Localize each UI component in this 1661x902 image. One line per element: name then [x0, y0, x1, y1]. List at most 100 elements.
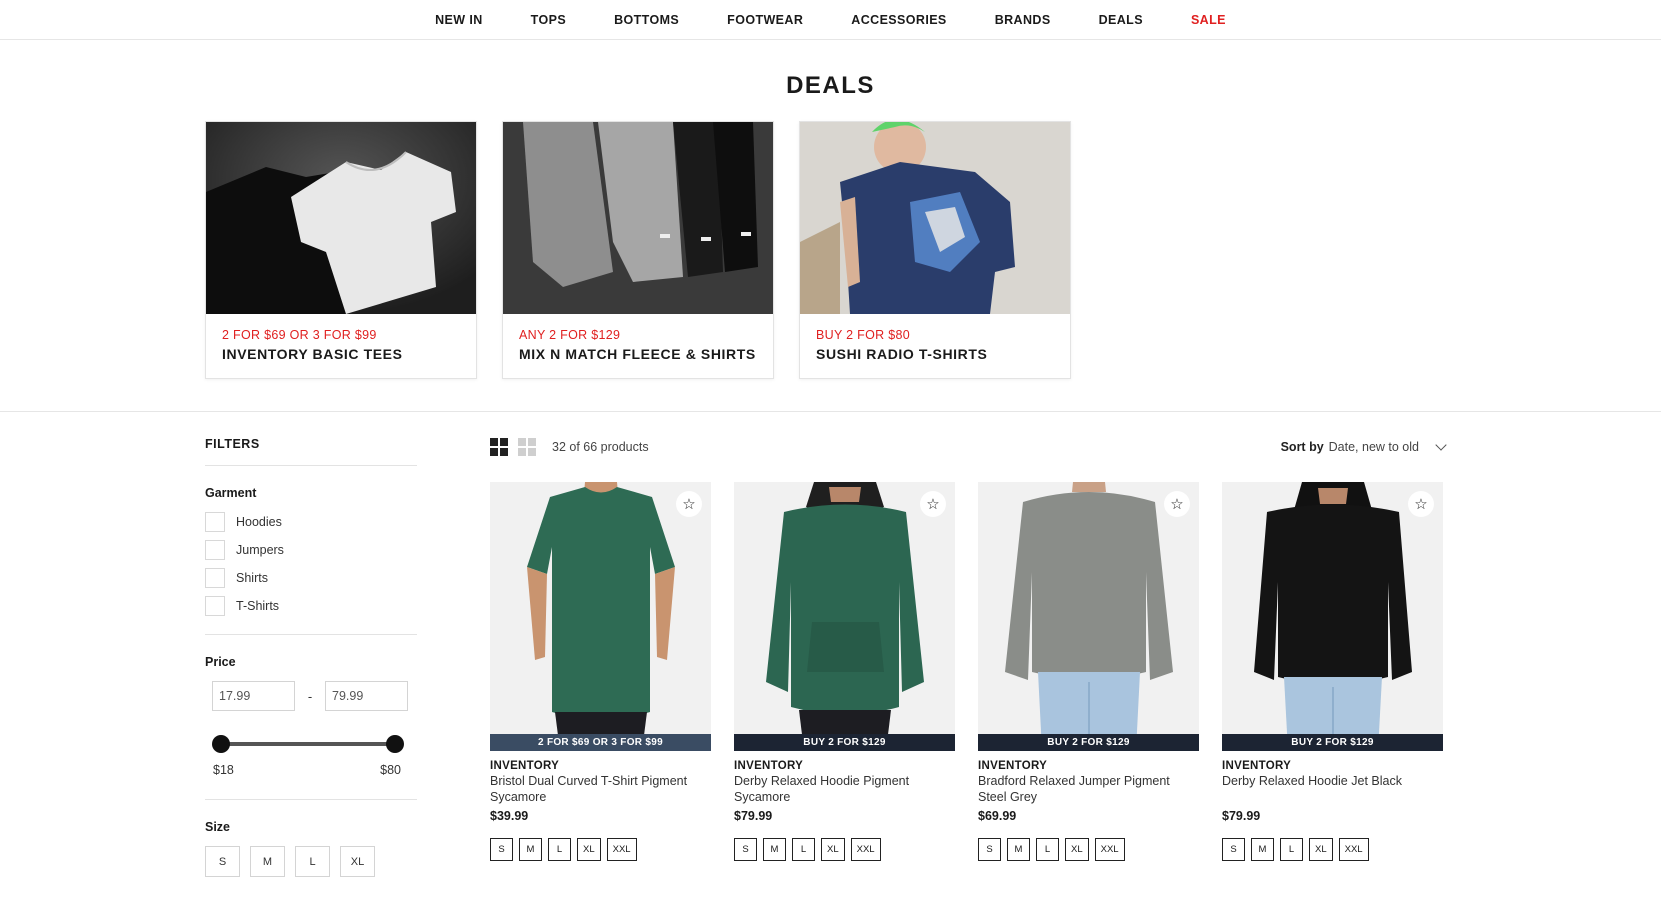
main-nav: NEW IN TOPS BOTTOMS FOOTWEAR ACCESSORIES… — [0, 0, 1661, 40]
promo-card-basic-tees[interactable]: 2 FOR $69 OR 3 FOR $99 INVENTORY BASIC T… — [205, 121, 477, 379]
filter-option-t-shirts[interactable]: T-Shirts — [205, 592, 417, 620]
product-brand: INVENTORY — [734, 760, 804, 772]
size-l[interactable]: L — [1036, 838, 1059, 861]
slider-max-handle[interactable] — [386, 735, 404, 753]
size-xxl[interactable]: XXL — [850, 838, 881, 861]
product-sizes: S M L XL XXL — [734, 838, 955, 861]
product-price: $69.99 — [978, 809, 1017, 823]
filters-title: FILTERS — [205, 437, 417, 466]
sort-dropdown[interactable]: Sort by Date, new to old — [1280, 439, 1447, 454]
grid-2-view-icon[interactable] — [518, 438, 536, 456]
product-deal-ribbon: BUY 2 FOR $129 — [734, 734, 955, 751]
checkbox[interactable] — [205, 568, 225, 588]
page-title: DEALS — [786, 72, 875, 99]
size-xxl[interactable]: XXL — [1094, 838, 1125, 861]
promo-image-sushi-radio — [800, 122, 1070, 314]
product-card[interactable]: ☆ BUY 2 FOR $129 INVENTORY Derby Relaxed… — [1222, 482, 1443, 861]
price-min-input[interactable] — [212, 681, 295, 711]
filter-size-label: Size — [205, 820, 231, 834]
filter-option-hoodies[interactable]: Hoodies — [205, 508, 417, 536]
product-brand: INVENTORY — [978, 760, 1048, 772]
promo-image-fleece — [503, 122, 773, 314]
product-name[interactable]: Derby Relaxed Hoodie Jet Black — [1222, 773, 1443, 805]
wishlist-star-icon[interactable]: ☆ — [676, 491, 702, 517]
wishlist-star-icon[interactable]: ☆ — [1164, 491, 1190, 517]
promo-image-tees — [206, 122, 476, 314]
checkbox[interactable] — [205, 596, 225, 616]
nav-new-in[interactable]: NEW IN — [411, 13, 507, 27]
wishlist-star-icon[interactable]: ☆ — [1408, 491, 1434, 517]
size-xl[interactable]: XL — [1309, 838, 1333, 861]
price-max-input[interactable] — [325, 681, 408, 711]
nav-sale[interactable]: SALE — [1167, 13, 1250, 27]
promo-deal-text: BUY 2 FOR $80 — [816, 328, 910, 342]
product-name[interactable]: Bristol Dual Curved T-Shirt Pigment Syca… — [490, 773, 711, 805]
size-xl[interactable]: XL — [1065, 838, 1089, 861]
product-image[interactable]: ☆ 2 FOR $69 OR 3 FOR $99 — [490, 482, 711, 751]
product-deal-ribbon: 2 FOR $69 OR 3 FOR $99 — [490, 734, 711, 751]
slider-min-handle[interactable] — [212, 735, 230, 753]
size-option-l[interactable]: L — [295, 846, 330, 877]
size-xl[interactable]: XL — [821, 838, 845, 861]
price-dash: - — [307, 688, 313, 704]
promo-card-sushi-radio[interactable]: BUY 2 FOR $80 SUSHI RADIO T-SHIRTS — [799, 121, 1071, 379]
product-name[interactable]: Bradford Relaxed Jumper Pigment Steel Gr… — [978, 773, 1199, 805]
chevron-down-icon — [1435, 439, 1447, 451]
size-xl[interactable]: XL — [577, 838, 601, 861]
product-image[interactable]: ☆ BUY 2 FOR $129 — [1222, 482, 1443, 751]
size-m[interactable]: M — [1251, 838, 1274, 861]
size-l[interactable]: L — [1280, 838, 1303, 861]
nav-tops[interactable]: TOPS — [507, 13, 590, 27]
size-s[interactable]: S — [1222, 838, 1245, 861]
promo-deal-text: ANY 2 FOR $129 — [519, 328, 621, 342]
size-option-xl[interactable]: XL — [340, 846, 375, 877]
section-divider — [0, 411, 1661, 412]
size-xxl[interactable]: XXL — [1338, 838, 1369, 861]
size-l[interactable]: L — [548, 838, 571, 861]
size-s[interactable]: S — [734, 838, 757, 861]
sort-value: Date, new to old — [1328, 440, 1419, 454]
size-s[interactable]: S — [978, 838, 1001, 861]
filters-panel: FILTERS Garment Hoodies Jumpers Shirts T… — [205, 437, 417, 891]
promo-card-fleece-shirts[interactable]: ANY 2 FOR $129 MIX N MATCH FLEECE & SHIR… — [502, 121, 774, 379]
product-sizes: S M L XL XXL — [978, 838, 1199, 861]
wishlist-star-icon[interactable]: ☆ — [920, 491, 946, 517]
filter-option-jumpers[interactable]: Jumpers — [205, 536, 417, 564]
nav-footwear[interactable]: FOOTWEAR — [703, 13, 827, 27]
checkbox[interactable] — [205, 512, 225, 532]
size-option-m[interactable]: M — [250, 846, 285, 877]
price-range-slider[interactable] — [212, 733, 404, 753]
size-option-s[interactable]: S — [205, 846, 240, 877]
product-card[interactable]: ☆ BUY 2 FOR $129 INVENTORY Bradford Rela… — [978, 482, 1199, 861]
product-grid: ☆ 2 FOR $69 OR 3 FOR $99 INVENTORY Brist… — [490, 482, 1443, 861]
nav-accessories[interactable]: ACCESSORIES — [827, 13, 970, 27]
price-min-label: $18 — [213, 763, 234, 777]
filter-garment: Garment Hoodies Jumpers Shirts T-Shirts — [205, 466, 417, 635]
size-l[interactable]: L — [792, 838, 815, 861]
promo-deal-text: 2 FOR $69 OR 3 FOR $99 — [222, 328, 377, 342]
size-m[interactable]: M — [763, 838, 786, 861]
product-card[interactable]: ☆ 2 FOR $69 OR 3 FOR $99 INVENTORY Brist… — [490, 482, 711, 861]
product-name[interactable]: Derby Relaxed Hoodie Pigment Sycamore — [734, 773, 955, 805]
sort-label: Sort by — [1280, 440, 1324, 454]
size-m[interactable]: M — [1007, 838, 1030, 861]
filter-option-shirts[interactable]: Shirts — [205, 564, 417, 592]
size-m[interactable]: M — [519, 838, 542, 861]
product-deal-ribbon: BUY 2 FOR $129 — [978, 734, 1199, 751]
filter-size: Size S M L XL — [205, 800, 417, 891]
nav-brands[interactable]: BRANDS — [971, 13, 1075, 27]
product-image[interactable]: ☆ BUY 2 FOR $129 — [734, 482, 955, 751]
product-price: $79.99 — [734, 809, 773, 823]
promo-name: MIX N MATCH FLEECE & SHIRTS — [519, 346, 756, 362]
size-s[interactable]: S — [490, 838, 513, 861]
nav-deals[interactable]: DEALS — [1075, 13, 1167, 27]
nav-bottoms[interactable]: BOTTOMS — [590, 13, 703, 27]
checkbox[interactable] — [205, 540, 225, 560]
size-xxl[interactable]: XXL — [606, 838, 637, 861]
filter-garment-label: Garment — [205, 486, 257, 500]
product-image[interactable]: ☆ BUY 2 FOR $129 — [978, 482, 1199, 751]
filter-price: Price - $18 $80 — [205, 635, 417, 800]
grid-4-view-icon[interactable] — [490, 438, 508, 456]
product-card[interactable]: ☆ BUY 2 FOR $129 INVENTORY Derby Relaxed… — [734, 482, 955, 861]
price-max-label: $80 — [380, 763, 401, 777]
